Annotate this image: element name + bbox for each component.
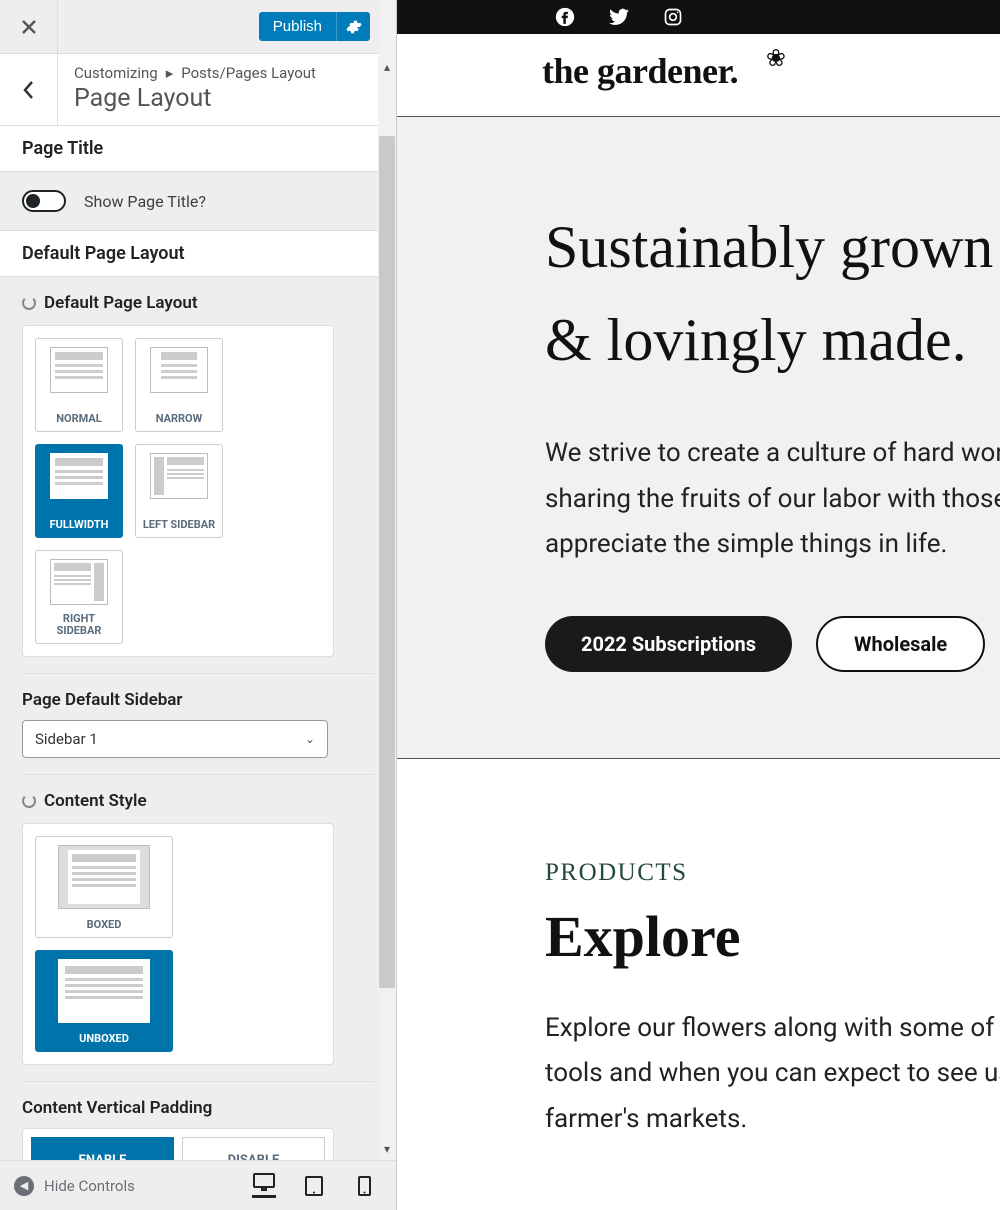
- style-boxed[interactable]: BOXED: [35, 836, 173, 938]
- hero-body-line3: appreciate the simple things in life.: [545, 522, 1000, 568]
- vpad-enable[interactable]: ENABLE: [31, 1137, 174, 1160]
- hide-controls-button[interactable]: ◀ Hide Controls: [14, 1176, 135, 1196]
- instagram-icon[interactable]: [663, 7, 683, 27]
- back-button[interactable]: [0, 54, 58, 125]
- site-header: ❀ the gardener.: [397, 34, 1000, 117]
- default-layout-label: Default Page Layout: [44, 293, 198, 313]
- gear-icon: [346, 19, 362, 35]
- show-page-title-label: Show Page Title?: [84, 192, 206, 211]
- publish-button[interactable]: Publish: [259, 12, 336, 41]
- hero-section: Sustainably grown & lovingly made. We st…: [397, 117, 1000, 759]
- layout-right-label: RIGHT SIDEBAR: [40, 613, 118, 637]
- hero-heading-line1: Sustainably grown: [545, 201, 1000, 294]
- chevron-right-icon: ▸: [166, 64, 174, 82]
- tablet-icon: [305, 1176, 323, 1196]
- layout-narrow[interactable]: NARROW: [135, 338, 223, 432]
- mobile-icon: [358, 1176, 371, 1196]
- publish-settings-button[interactable]: [336, 12, 370, 41]
- scrollbar-thumb[interactable]: [379, 136, 395, 988]
- collapse-bottom-icon[interactable]: ▾: [380, 1142, 394, 1156]
- page-title: Page Layout: [74, 84, 316, 113]
- default-sidebar-label: Page Default Sidebar: [22, 690, 374, 710]
- section-page-title: Page Title: [0, 126, 396, 172]
- section-default-page-layout: Default Page Layout: [0, 230, 396, 277]
- breadcrumb: Customizing ▸ Posts/Pages Layout: [74, 64, 316, 82]
- hero-body-line2: sharing the fruits of our labor with tho…: [545, 477, 1000, 523]
- style-boxed-label: BOXED: [87, 919, 122, 931]
- chevron-down-icon: ⌄: [305, 732, 315, 746]
- site-logo[interactable]: the gardener.: [542, 50, 782, 92]
- layout-normal-label: NORMAL: [56, 413, 101, 425]
- preview-pane: ❀ the gardener. Sustainably grown & lovi…: [396, 0, 1000, 1210]
- layout-cards: NORMAL NARROW FULLWIDTH LEFT SIDEBAR RIG…: [22, 325, 334, 657]
- desktop-icon: [253, 1173, 275, 1193]
- sidebar-scroll: Publish Customizing ▸ Posts/Pages Layout…: [0, 0, 396, 1160]
- facebook-icon[interactable]: [555, 7, 575, 27]
- reset-icon[interactable]: [22, 296, 36, 310]
- hero-heading-line2: & lovingly made.: [545, 294, 1000, 387]
- vpad-disable[interactable]: DISABLE: [182, 1137, 325, 1160]
- device-desktop[interactable]: [252, 1174, 276, 1198]
- device-switcher: [252, 1174, 376, 1198]
- default-sidebar-select[interactable]: Sidebar 1 ⌄: [22, 720, 328, 758]
- show-page-title-toggle[interactable]: [22, 190, 66, 212]
- social-bar: [397, 0, 1000, 34]
- close-button[interactable]: [0, 0, 58, 54]
- customizer-sidebar: Publish Customizing ▸ Posts/Pages Layout…: [0, 0, 396, 1210]
- vpad-label: Content Vertical Padding: [22, 1098, 374, 1118]
- flower-icon: ❀: [766, 44, 786, 72]
- caret-left-icon: ◀: [14, 1176, 34, 1196]
- crumb-path: Posts/Pages Layout: [181, 64, 316, 82]
- crumb-root: Customizing: [74, 64, 158, 82]
- chevron-left-icon: [22, 80, 36, 100]
- action-bar: Publish: [0, 0, 396, 54]
- products-heading: Explore: [545, 903, 1000, 970]
- twitter-icon[interactable]: [609, 8, 629, 26]
- layout-right-sidebar[interactable]: RIGHT SIDEBAR: [35, 550, 123, 644]
- show-page-title-row: Show Page Title?: [0, 172, 396, 230]
- section-header: Customizing ▸ Posts/Pages Layout Page La…: [0, 54, 396, 126]
- products-body-line1: Explore our flowers along with some of o…: [545, 1006, 1000, 1052]
- content-style-cards: BOXED UNBOXED: [22, 823, 334, 1065]
- device-tablet[interactable]: [302, 1174, 326, 1198]
- layout-fullwidth[interactable]: FULLWIDTH: [35, 444, 123, 538]
- subscriptions-button[interactable]: 2022 Subscriptions: [545, 616, 792, 672]
- device-mobile[interactable]: [352, 1174, 376, 1198]
- reset-icon[interactable]: [22, 794, 36, 808]
- style-unboxed[interactable]: UNBOXED: [35, 950, 173, 1052]
- hero-body-line1: We strive to create a culture of hard wo…: [545, 431, 1000, 477]
- default-sidebar-value: Sidebar 1: [35, 730, 98, 748]
- collapse-top-icon[interactable]: ▴: [380, 60, 394, 74]
- hide-controls-label: Hide Controls: [44, 1177, 135, 1195]
- wholesale-button[interactable]: Wholesale: [816, 616, 985, 672]
- vpad-grid: ENABLE DISABLE TOP ONLY BOTTOM ONLY: [22, 1128, 334, 1160]
- content-style-label: Content Style: [44, 791, 147, 811]
- style-unboxed-label: UNBOXED: [79, 1033, 129, 1045]
- products-body-line3: farmer's markets.: [545, 1097, 1000, 1143]
- products-eyebrow: PRODUCTS: [545, 859, 1000, 887]
- layout-normal[interactable]: NORMAL: [35, 338, 123, 432]
- products-body-line2: tools and when you can expect to see us …: [545, 1051, 1000, 1097]
- layout-narrow-label: NARROW: [156, 413, 203, 425]
- layout-fullwidth-label: FULLWIDTH: [50, 519, 109, 531]
- bottom-bar: ◀ Hide Controls: [0, 1160, 396, 1210]
- products-section: PRODUCTS Explore Explore our flowers alo…: [397, 759, 1000, 1143]
- layout-left-sidebar[interactable]: LEFT SIDEBAR: [135, 444, 223, 538]
- layout-left-label: LEFT SIDEBAR: [143, 519, 215, 531]
